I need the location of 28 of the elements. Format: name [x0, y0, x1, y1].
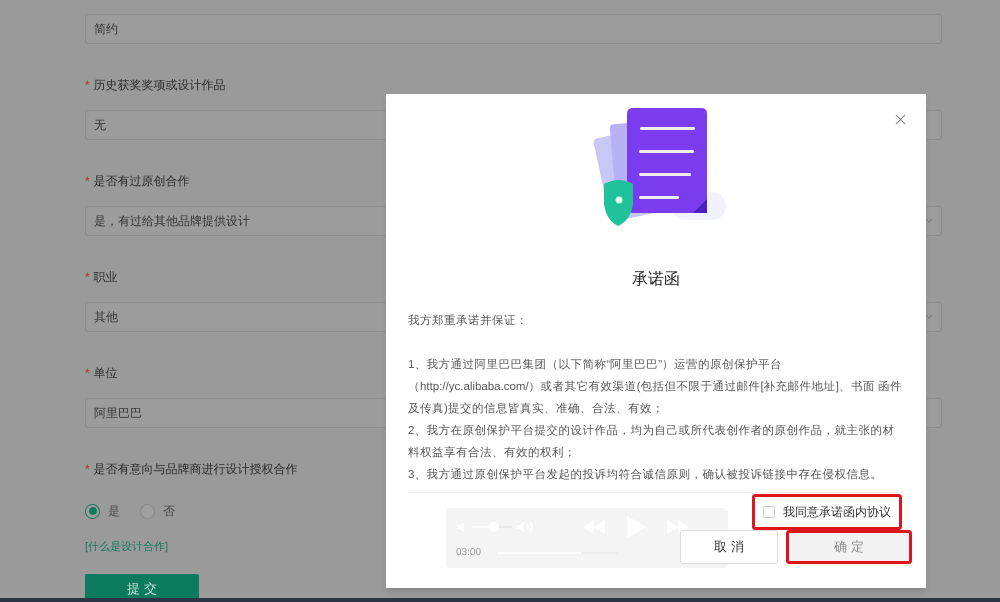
required-asterisk: *	[85, 365, 90, 382]
chevron-down-icon	[925, 314, 933, 320]
checkbox[interactable]	[763, 506, 775, 518]
required-asterisk: *	[85, 173, 90, 190]
field-label: 职业	[94, 269, 118, 286]
field-label: 单位	[94, 365, 118, 382]
intro-text: 我方郑重承诺并保证：	[408, 313, 529, 329]
commitment-paragraph: 3、我方通过原创保护平台发起的投诉均符合诚信原则，确认被投诉链接中存在侵权信息。	[408, 467, 884, 483]
input-field[interactable]: 简约	[85, 14, 942, 44]
commitment-paragraph: 2、我方在原创保护平台提交的设计作品，均为自己或所代表创作者的原创作品，就主张的材料权益享有合法、有效的权利；	[408, 423, 896, 461]
dialog-title: 承诺函	[632, 272, 680, 288]
chevron-down-icon	[925, 218, 933, 224]
radio-label: 否	[163, 503, 175, 520]
fast-forward-icon[interactable]	[666, 520, 690, 534]
playback-time: 03:00	[456, 546, 482, 560]
cancel-button[interactable]: 取 消	[680, 530, 778, 564]
commitment-paragraph: 1、我方通过阿里巴巴集团（以下简称“阿里巴巴”）运营的原创保护平台（http://yc.alibaba.com/）或者其它有效渠道(包括但不限于通过邮件[补充邮件地址]、书面 函件及传真)提交的信息皆真实、准确、合法、有效；	[408, 357, 904, 417]
radio-button[interactable]	[85, 504, 100, 518]
close-icon[interactable]	[895, 114, 906, 125]
required-asterisk: *	[85, 269, 90, 286]
required-asterisk: *	[85, 77, 90, 94]
agree-checkbox-row[interactable]: 我同意承诺函内协议	[752, 494, 902, 530]
required-asterisk: *	[85, 461, 90, 478]
radio-label: 是	[108, 503, 120, 520]
field-label: 是否有意向与品牌商进行设计授权合作	[94, 461, 298, 478]
field-label: 是否有过原创合作	[94, 173, 190, 190]
agree-label: 我同意承诺函内协议	[783, 504, 891, 521]
field-label: 历史获奖奖项或设计作品	[94, 77, 226, 94]
